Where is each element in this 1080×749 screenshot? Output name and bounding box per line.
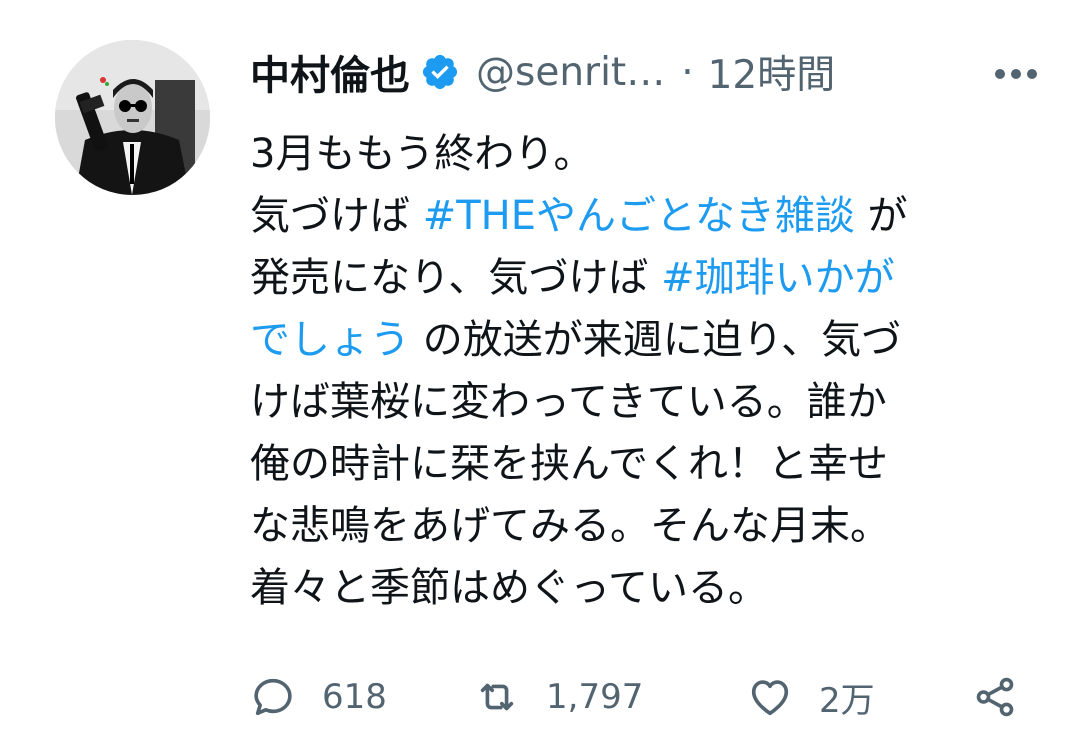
hashtag-link[interactable]: でしょう <box>250 317 410 363</box>
tweet-line: 気づけば #THEやんごとなき雑談 が <box>250 185 1030 247</box>
hashtag-link[interactable]: #THEやんごとなき雑談 <box>423 193 855 239</box>
tweet-line: けば葉桜に変わってきている。誰か <box>250 371 1030 433</box>
tweet-line: でしょう の放送が来週に迫り、気づ <box>250 309 1030 371</box>
tweet-text-segment: の放送が来週に迫り、気づ <box>410 317 902 363</box>
tweet-text-segment: が <box>854 193 908 239</box>
tweet-text-segment: な悲鳴をあげてみる。そんな月末。 <box>250 503 890 549</box>
more-icon[interactable] <box>990 54 1042 94</box>
tweet-timestamp[interactable]: 12時間 <box>708 44 836 100</box>
tweet-text-segment: 着々と季節はめぐっている。 <box>250 565 768 611</box>
retweet-count: 1,797 <box>546 677 644 717</box>
reply-count: 618 <box>322 677 387 717</box>
tweet-header: 中村倫也 @senrit… · 12時間 <box>250 40 1050 104</box>
tweet-text: 3月ももう終わり。 気づけば #THEやんごとなき雑談 が発売になり、気づけば #… <box>250 123 1030 619</box>
retweet-icon <box>480 683 514 711</box>
verified-badge-icon <box>422 54 458 90</box>
reply-icon <box>254 678 292 716</box>
tweet-text-segment: けば葉桜に変わってきている。誰か <box>250 379 887 425</box>
tweet-line: 発売になり、気づけば #珈琲いかが <box>250 247 1030 309</box>
tweet-text-segment: 気づけば <box>250 193 423 239</box>
share-button[interactable] <box>972 667 1018 727</box>
header-separator: · <box>681 49 694 95</box>
tweet-line: 3月ももう終わり。 <box>250 123 1030 185</box>
action-bar: 618 1,797 2万 <box>250 667 1030 727</box>
like-count: 2万 <box>819 680 875 721</box>
tweet-text-segment: 3月ももう終わり。 <box>250 131 594 177</box>
like-button[interactable]: 2万 <box>747 667 875 727</box>
tweet-line: 俺の時計に栞を挟んでくれ！と幸せ <box>250 433 1030 495</box>
tweet-line: 着々と季節はめぐっている。 <box>250 557 1030 619</box>
tweet-text-segment: 俺の時計に栞を挟んでくれ！と幸せ <box>250 441 888 487</box>
reply-button[interactable]: 618 <box>250 667 387 727</box>
retweet-button[interactable]: 1,797 <box>474 667 643 727</box>
share-icon <box>976 677 1014 717</box>
author-handle[interactable]: @senrit… <box>476 50 665 95</box>
hashtag-link[interactable]: #珈琲いかが <box>661 255 895 301</box>
author-name[interactable]: 中村倫也 <box>250 43 410 101</box>
avatar[interactable] <box>55 40 210 195</box>
tweet-text-segment: 発売になり、気づけば <box>250 255 662 301</box>
like-icon <box>751 680 789 716</box>
tweet-line: な悲鳴をあげてみる。そんな月末。 <box>250 495 1030 557</box>
